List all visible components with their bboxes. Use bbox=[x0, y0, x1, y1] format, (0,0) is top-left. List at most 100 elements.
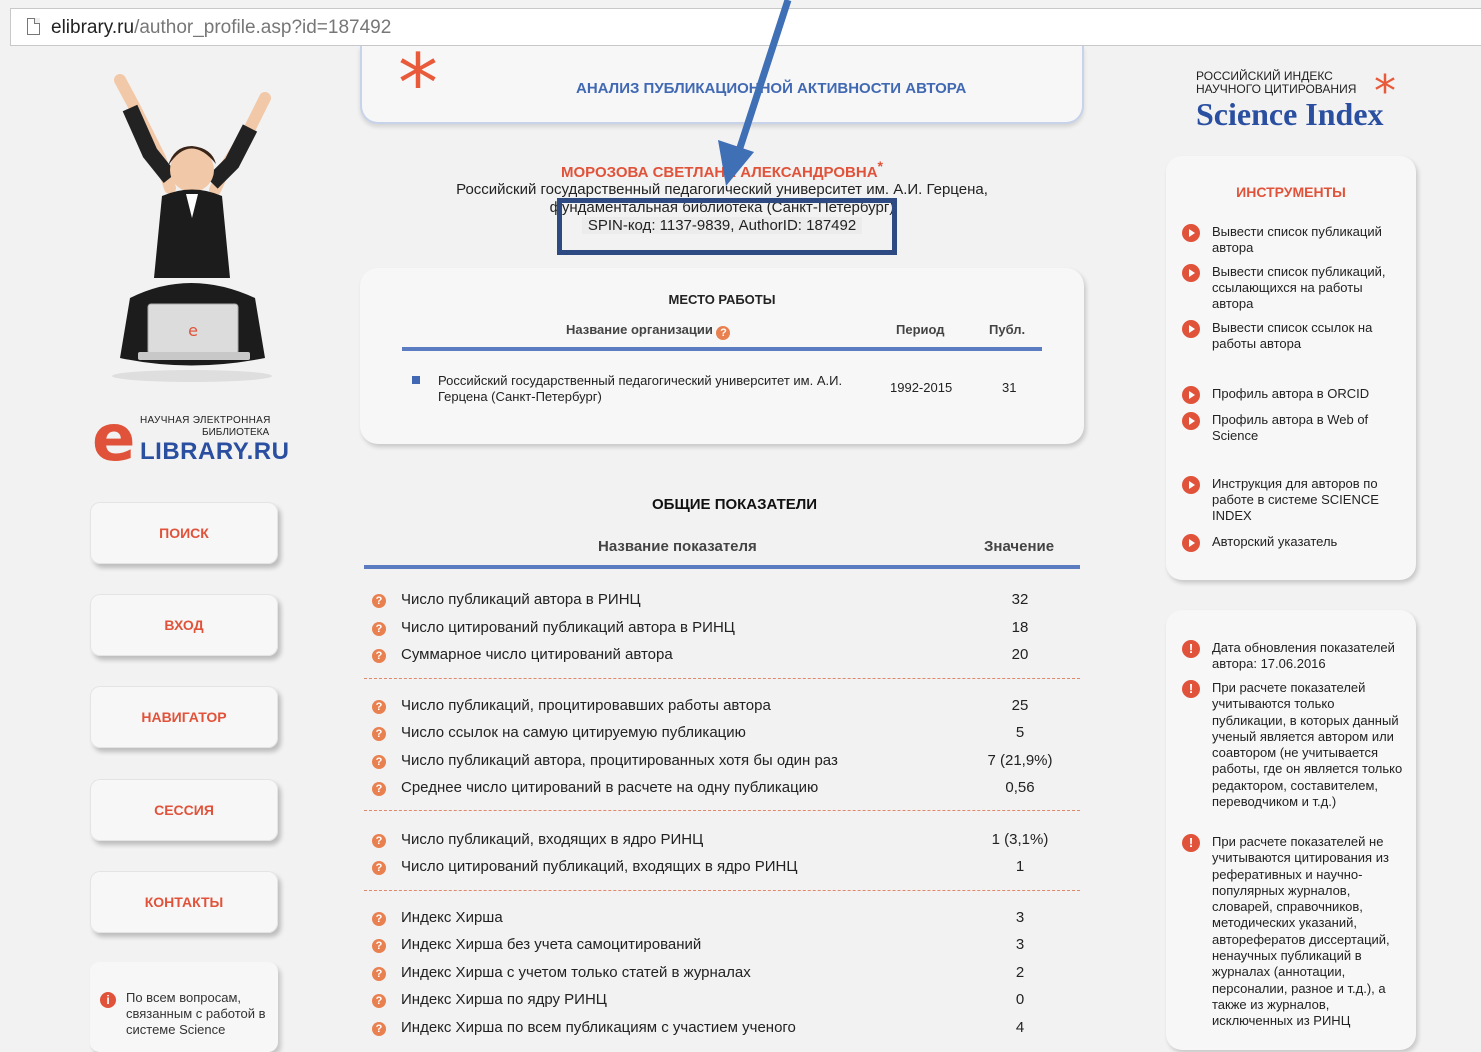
help-icon[interactable]: ? bbox=[372, 622, 386, 636]
indicator-value: 3 bbox=[1015, 936, 1025, 953]
bullet-icon bbox=[412, 376, 420, 384]
logo-brand: LIBRARY.RU bbox=[140, 438, 290, 465]
help-icon[interactable]: ? bbox=[372, 700, 386, 714]
workplace-col-name: Название организации ? bbox=[566, 322, 731, 340]
warning-icon: ! bbox=[1182, 680, 1200, 698]
notes-panel: ! Дата обновления показателей автора: 17.… bbox=[1166, 610, 1416, 1050]
indicator-value: 32 bbox=[1011, 591, 1029, 608]
indicator-label[interactable]: Суммарное число цитирований автора bbox=[401, 646, 673, 663]
indicator-row: ? Индекс Хирша по ядру РИНЦ 0 bbox=[370, 991, 1070, 1013]
indicator-value: 25 bbox=[1011, 697, 1029, 714]
help-icon[interactable]: ? bbox=[372, 912, 386, 926]
tools-title: ИНСТРУМЕНТЫ bbox=[1236, 184, 1346, 200]
workplace-pub-count[interactable]: 31 bbox=[1002, 380, 1016, 395]
indicator-value: 20 bbox=[1011, 646, 1029, 663]
indicator-value: 18 bbox=[1011, 619, 1029, 636]
indicator-row: ? Число публикаций, процитировавших работ… bbox=[370, 697, 1070, 719]
help-icon[interactable]: ? bbox=[372, 994, 386, 1008]
play-icon bbox=[1182, 386, 1200, 404]
indicator-label[interactable]: Число публикаций, процитировавших работы… bbox=[401, 697, 771, 714]
page-icon bbox=[27, 18, 40, 35]
logo-line-1: НАУЧНАЯ ЭЛЕКТРОННАЯ bbox=[140, 415, 271, 426]
indicator-value: 1 bbox=[1015, 858, 1025, 875]
info-icon: i bbox=[100, 992, 116, 1008]
help-icon[interactable]: ? bbox=[372, 727, 386, 741]
indicator-label[interactable]: Число публикаций, входящих в ядро РИНЦ bbox=[401, 831, 703, 848]
asterisk-logo-icon: * bbox=[1374, 66, 1396, 117]
nav-search-button[interactable]: ПОИСК bbox=[90, 502, 278, 564]
indicator-row: ? Число публикаций автора в РИНЦ 32 bbox=[370, 591, 1070, 613]
hero-illustration: e bbox=[112, 74, 272, 382]
play-icon bbox=[1182, 412, 1200, 430]
indicator-value: 0 bbox=[1015, 991, 1025, 1008]
nav-navigator-button[interactable]: НАВИГАТОР bbox=[90, 686, 278, 748]
annotation-arrow-icon bbox=[718, 0, 792, 186]
indicator-row: ? Суммарное число цитирований автора 20 bbox=[370, 646, 1070, 668]
indicator-label[interactable]: Число публикаций автора в РИНЦ bbox=[401, 591, 641, 608]
indicator-value: 1 (3,1%) bbox=[991, 831, 1049, 848]
help-icon[interactable]: ? bbox=[372, 594, 386, 608]
nav-contacts-button[interactable]: КОНТАКТЫ bbox=[90, 871, 278, 933]
science-index-subtitle: РОССИЙСКИЙ ИНДЕКС НАУЧНОГО ЦИТИРОВАНИЯ bbox=[1196, 69, 1357, 96]
indicator-label[interactable]: Индекс Хирша с учетом только статей в жу… bbox=[401, 964, 751, 981]
play-icon bbox=[1182, 224, 1200, 242]
nav-login-button[interactable]: ВХОД bbox=[90, 594, 278, 656]
workplace-title: МЕСТО РАБОТЫ bbox=[668, 292, 776, 307]
indicator-row: ? Индекс Хирша без учета самоцитирований 3 bbox=[370, 936, 1070, 958]
indicator-value: 0,56 bbox=[1005, 779, 1035, 796]
nav-session-button[interactable]: СЕССИЯ bbox=[90, 779, 278, 841]
help-icon[interactable]: ? bbox=[372, 834, 386, 848]
workplace-org-link[interactable]: Российский государственный педагогически… bbox=[438, 373, 868, 405]
indicator-row: ? Число цитирований публикаций, входящих … bbox=[370, 858, 1070, 880]
play-icon bbox=[1182, 476, 1200, 494]
tools-panel: ИНСТРУМЕНТЫ Вывести список публикаций ав… bbox=[1166, 156, 1416, 580]
dashed-divider bbox=[364, 890, 1080, 891]
help-icon[interactable]: ? bbox=[716, 326, 731, 340]
indicator-label[interactable]: Число ссылок на самую цитируемую публика… bbox=[401, 724, 746, 741]
help-icon[interactable]: ? bbox=[372, 1022, 386, 1036]
divider bbox=[364, 565, 1080, 569]
url-text[interactable]: elibrary.ru/author_profile.asp?id=187492 bbox=[51, 17, 391, 39]
spin-highlight-box bbox=[557, 198, 897, 255]
indicator-label[interactable]: Число цитирований публикаций, входящих в… bbox=[401, 858, 797, 875]
dashed-divider bbox=[364, 810, 1080, 811]
indicator-label[interactable]: Среднее число цитирований в расчете на о… bbox=[401, 779, 818, 796]
indicator-value: 7 (21,9%) bbox=[987, 752, 1053, 769]
indicator-label[interactable]: Число цитирований публикаций автора в РИ… bbox=[401, 619, 735, 636]
help-icon[interactable]: ? bbox=[372, 649, 386, 663]
workplace-panel: МЕСТО РАБОТЫ Название организации ? Пери… bbox=[360, 268, 1084, 444]
play-icon bbox=[1182, 320, 1200, 338]
divider bbox=[402, 347, 1042, 351]
elibrary-logo[interactable]: e НАУЧНАЯ ЭЛЕКТРОННАЯ БИБЛИОТЕКА LIBRARY… bbox=[92, 407, 292, 471]
svg-text:e: e bbox=[188, 321, 198, 340]
play-icon bbox=[1182, 264, 1200, 282]
indicator-label[interactable]: Индекс Хирша без учета самоцитирований bbox=[401, 936, 701, 953]
help-icon[interactable]: ? bbox=[372, 967, 386, 981]
science-index-brand: Science Index bbox=[1196, 96, 1384, 132]
help-icon[interactable]: ? bbox=[372, 755, 386, 769]
asterisk-logo-icon: * bbox=[398, 37, 438, 130]
dashed-divider bbox=[364, 678, 1080, 679]
science-index-logo[interactable]: РОССИЙСКИЙ ИНДЕКС НАУЧНОГО ЦИТИРОВАНИЯ Sc… bbox=[1196, 68, 1436, 138]
left-info-text: По всем вопросам, связанным с работой в … bbox=[126, 990, 266, 1037]
workplace-period: 1992-2015 bbox=[890, 380, 953, 395]
indicator-label[interactable]: Индекс Хирша по ядру РИНЦ bbox=[401, 991, 607, 1008]
indicator-row: ? Число публикаций, входящих в ядро РИНЦ 1… bbox=[370, 831, 1070, 853]
indicator-row: ? Среднее число цитирований в расчете на … bbox=[370, 779, 1070, 801]
general-col-value: Значение bbox=[984, 538, 1055, 555]
indicator-label[interactable]: Число публикаций автора, процитированных… bbox=[401, 752, 838, 769]
left-info-box: i По всем вопросам, связанным с работой … bbox=[90, 962, 278, 1052]
workplace-col-pub: Публ. bbox=[989, 322, 1026, 337]
play-icon bbox=[1182, 534, 1200, 552]
help-icon[interactable]: ? bbox=[372, 861, 386, 875]
logo-line-2: БИБЛИОТЕКА bbox=[202, 427, 270, 438]
indicator-value: 2 bbox=[1015, 964, 1025, 981]
workplace-col-period: Период bbox=[896, 322, 945, 337]
help-icon[interactable]: ? bbox=[372, 782, 386, 796]
indicator-value: 4 bbox=[1015, 1019, 1025, 1036]
page-content: e e НАУЧНАЯ ЭЛЕКТРОННАЯ БИБЛИОТЕКА LIBRA… bbox=[10, 0, 1481, 1052]
indicator-label[interactable]: Индекс Хирша по всем публикациям с участ… bbox=[401, 1019, 796, 1036]
warning-icon: ! bbox=[1182, 640, 1200, 658]
indicator-label[interactable]: Индекс Хирша bbox=[401, 909, 503, 926]
help-icon[interactable]: ? bbox=[372, 939, 386, 953]
